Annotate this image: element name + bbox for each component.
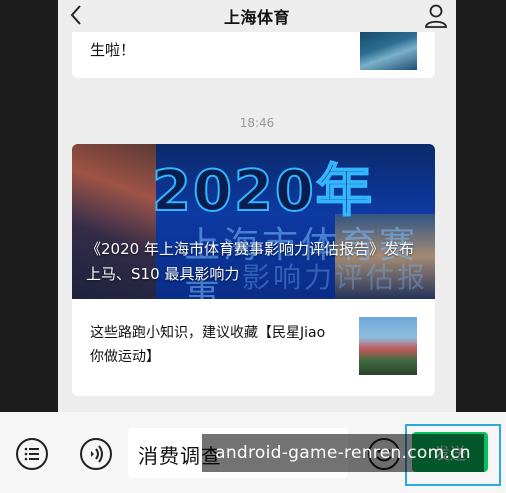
- profile-button[interactable]: [422, 2, 450, 30]
- voice-button[interactable]: [78, 436, 114, 472]
- article-card: 2020年 上海市体育赛事 影响力评估报告 《2020 年上海市体育赛事影响力评…: [72, 144, 435, 396]
- voice-icon: [80, 438, 112, 470]
- previous-article-text: 生啦！: [90, 41, 136, 59]
- list-menu-icon: [16, 438, 48, 470]
- timestamp: 18:46: [239, 116, 275, 130]
- article-item-text: 这些路跑小知识，建议收藏【民星Jiao 你做运动】: [90, 325, 326, 365]
- cover-year: 2020年: [151, 158, 374, 225]
- article-item-thumbnail: [359, 317, 417, 375]
- chevron-left-icon: [70, 5, 81, 25]
- page-title: 上海体育: [223, 8, 290, 27]
- back-button[interactable]: [64, 0, 90, 30]
- article-cover[interactable]: 2020年 上海市体育赛事 影响力评估报告 《2020 年上海市体育赛事影响力评…: [72, 144, 435, 299]
- previous-article-card[interactable]: 生啦！: [72, 32, 435, 78]
- menu-button[interactable]: [14, 436, 50, 472]
- previous-article-thumbnail: [360, 32, 417, 70]
- article-title: 《2020 年上海市体育赛事影响力评估报告》发布 上马、S10 最具影响力: [86, 240, 414, 283]
- chat-screen: 上海体育 生啦！ 18:46 2020年 上海市体育赛事 影响力评估报告 《20…: [58, 0, 456, 412]
- top-bar: 上海体育: [58, 0, 456, 32]
- person-icon: [425, 4, 447, 28]
- article-item[interactable]: 这些路跑小知识，建议收藏【民星Jiao 你做运动】: [72, 299, 435, 396]
- watermark: android-game-renren.com.cn: [202, 434, 484, 472]
